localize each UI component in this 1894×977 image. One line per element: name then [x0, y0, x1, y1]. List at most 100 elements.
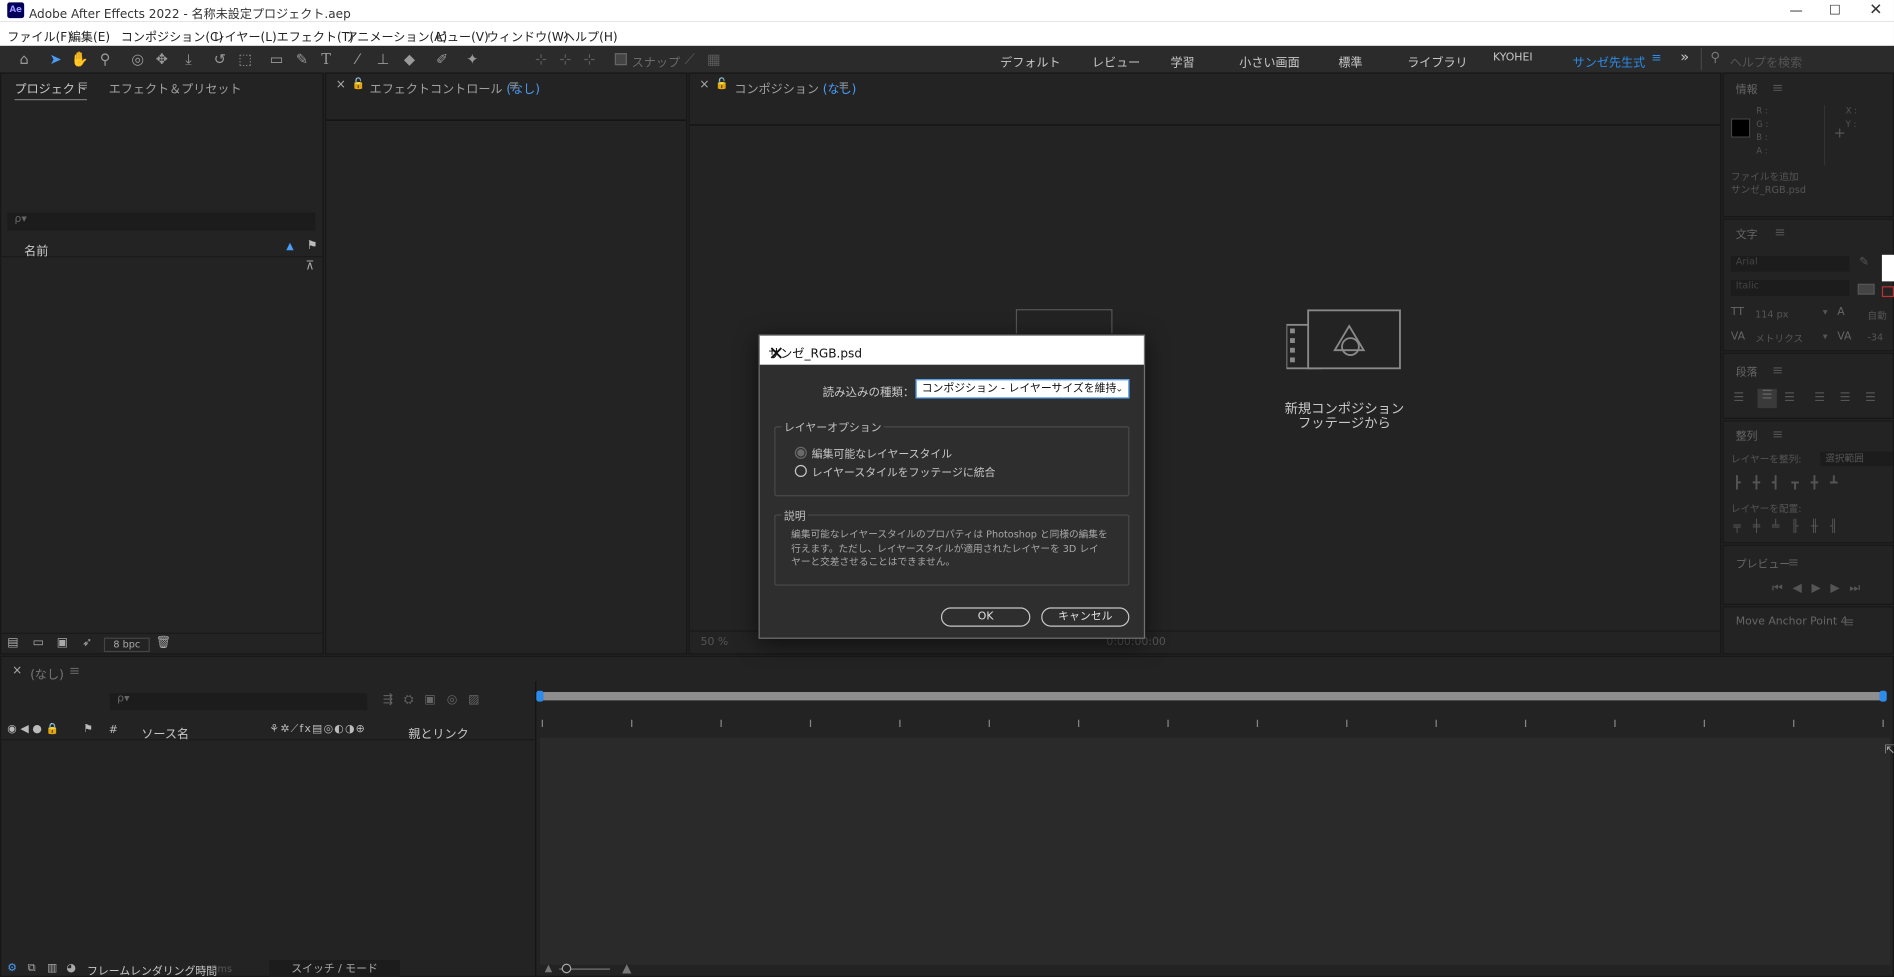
zoom-tool-icon[interactable]: ⚲ [95, 50, 114, 69]
timeline-tab[interactable]: (なし) [30, 664, 64, 682]
new-composition-from-footage-label[interactable]: 新規コンポジション フッテージから [1248, 402, 1441, 431]
close-timeline-icon[interactable]: × [12, 664, 22, 677]
workspace-library[interactable]: ライブラリ [1407, 52, 1467, 70]
font-family-select[interactable]: Arial [1730, 256, 1850, 272]
character-title[interactable]: 文字 [1736, 226, 1758, 241]
pen-tool-icon[interactable]: ✎ [292, 50, 311, 69]
local-axis-icon[interactable]: ⊹ [531, 50, 550, 69]
font-size-value[interactable]: 114 px [1755, 309, 1788, 320]
preview-title[interactable]: プレビュー [1736, 555, 1790, 571]
align-title[interactable]: 整列 [1736, 427, 1758, 443]
bit-depth-button[interactable]: 8 bpc [103, 637, 150, 653]
lock-icon[interactable]: 🔓 [351, 78, 365, 90]
workspace-menu-icon[interactable]: ≡ [1651, 52, 1661, 65]
menu-file[interactable]: ファイル(F) [7, 27, 72, 44]
align-right-icon[interactable]: ☰ [1784, 391, 1795, 404]
shy-layers-icon[interactable]: ⧉ [28, 962, 36, 974]
justify-left-icon[interactable]: ☰ [1814, 391, 1825, 404]
toggle-switch-mode[interactable]: スイッチ / モード [269, 960, 400, 977]
menu-window[interactable]: ウィンドウ(W) [487, 27, 569, 44]
column-number[interactable]: # [109, 725, 118, 737]
tab-effects-presets[interactable]: エフェクト＆プリセット [109, 78, 242, 96]
menu-help[interactable]: ヘルプ(H) [563, 27, 618, 44]
timeline-zoom-thumb[interactable] [561, 963, 572, 974]
info-menu-icon[interactable]: ≡ [1772, 80, 1783, 96]
pan-camera-icon[interactable]: ✥ [152, 50, 171, 69]
menu-view[interactable]: ビュー(V) [435, 27, 489, 44]
composition-menu-icon[interactable]: ≡ [838, 77, 849, 93]
motion-blur-icon[interactable]: ◕ [66, 962, 75, 974]
new-folder-icon[interactable]: ▭ [33, 636, 44, 649]
timeline-track-area[interactable] [539, 737, 1891, 965]
align-menu-icon[interactable]: ≡ [1772, 426, 1783, 442]
dolly-camera-icon[interactable]: ⤓ [179, 50, 198, 69]
work-area-start-handle[interactable] [536, 690, 544, 702]
render-queue-icon[interactable]: ➶ [82, 636, 92, 649]
timeline-menu-icon[interactable]: ≡ [69, 663, 80, 679]
paragraph-title[interactable]: 段落 [1736, 363, 1758, 379]
view-axis-icon[interactable]: ⊹ [580, 50, 599, 69]
roto-brush-icon[interactable]: ✐ [432, 50, 451, 69]
ok-button[interactable]: OK [940, 607, 1031, 627]
preview-menu-icon[interactable]: ≡ [1788, 554, 1799, 570]
kerning-value[interactable]: メトリクス [1755, 332, 1803, 345]
justify-right-icon[interactable]: ☰ [1865, 391, 1876, 404]
help-search-input[interactable]: ヘルプを検索 [1730, 52, 1802, 70]
justify-center-icon[interactable]: ☰ [1840, 391, 1851, 404]
workspace-small-screen[interactable]: 小さい画面 [1239, 52, 1299, 70]
close-panel-icon[interactable]: × [336, 78, 346, 91]
tab-project[interactable]: プロジェクト [14, 78, 87, 101]
zoom-in-icon[interactable]: ▲ [622, 962, 631, 975]
workspace-default[interactable]: デフォルト [1000, 52, 1060, 70]
new-composition-from-footage-icon[interactable] [1286, 309, 1402, 372]
align-to-select[interactable]: 選択範囲 [1820, 451, 1893, 467]
comp-mini-flowchart-icon[interactable]: ⚙ [7, 962, 17, 974]
layer-switches-icons[interactable]: ⚘✲⟋fx▤◎◐◑⊕ [269, 723, 366, 735]
close-icon[interactable]: ✕ [1858, 0, 1894, 22]
workspace-kyohei[interactable]: KYOHEI [1493, 52, 1533, 64]
type-tool-icon[interactable]: T [316, 50, 335, 69]
no-stroke-icon[interactable] [1881, 286, 1894, 298]
brush-tool-icon[interactable]: ⁄ [348, 50, 367, 69]
cancel-button[interactable]: キャンセル [1041, 607, 1130, 627]
option-merge-label[interactable]: レイヤースタイルをフッテージに統合 [812, 464, 996, 479]
menu-composition[interactable]: コンポジション(C) [121, 27, 223, 44]
menu-effect[interactable]: エフェクト(T) [277, 27, 354, 44]
font-size-dropdown-icon[interactable]: ▾ [1823, 307, 1828, 318]
home-icon[interactable]: ⌂ [14, 50, 33, 69]
effect-controls-menu-icon[interactable]: ≡ [509, 77, 520, 93]
rotate-tool-icon[interactable]: ↺ [210, 50, 229, 69]
flowchart-icon[interactable]: ⊼ [306, 260, 315, 273]
timeline-navigator-icon[interactable]: ⇱ [1884, 744, 1894, 757]
work-area-bar[interactable] [539, 691, 1886, 701]
workspace-standard[interactable]: 標準 [1338, 52, 1362, 70]
close-panel-icon[interactable]: × [699, 78, 709, 91]
playback-controls[interactable]: ⏮◀▶▶⏭ [1772, 582, 1870, 595]
lock-icon[interactable]: 🔓 [715, 78, 729, 90]
workspace-sanze[interactable]: サンゼ先生式 [1573, 52, 1645, 70]
puppet-pin-icon[interactable]: ✦ [463, 50, 482, 69]
snap-grid-icon[interactable]: ▦ [704, 50, 723, 69]
timeline-switches-icons[interactable]: ⇶⛭▣◎▨ [383, 693, 491, 706]
column-name[interactable]: 名前 [24, 240, 48, 258]
workspace-review[interactable]: レビュー [1092, 52, 1140, 70]
dialog-close-icon[interactable]: ✕ [768, 342, 1136, 365]
kerning-dropdown-icon[interactable]: ▾ [1823, 331, 1828, 342]
time-ruler[interactable] [540, 717, 1890, 731]
font-style-select[interactable]: Italic [1730, 280, 1850, 296]
sort-ascending-icon[interactable]: ▲ [286, 240, 293, 251]
align-buttons-row[interactable]: ┣╋┫┳╋┻ [1733, 477, 1849, 490]
minimize-icon[interactable]: — [1778, 0, 1814, 22]
hand-tool-icon[interactable]: ✋ [70, 50, 89, 69]
av-features-icons[interactable]: ◉◀●🔒 [7, 723, 62, 735]
zoom-select[interactable]: 50 % [701, 636, 729, 648]
import-kind-select[interactable]: コンポジション - レイヤーサイズを維持 ⌄ [915, 379, 1130, 399]
workspace-overflow-icon[interactable]: » [1680, 48, 1689, 65]
move-anchor-menu-icon[interactable]: ≡ [1843, 615, 1854, 631]
selection-tool-icon[interactable]: ➤ [46, 50, 65, 69]
eyedropper-icon[interactable]: ✎ [1859, 256, 1869, 269]
menu-edit[interactable]: 編集(E) [69, 27, 110, 44]
snap-checkbox[interactable] [614, 53, 627, 66]
search-help-icon[interactable]: ⚲ [1710, 50, 1720, 66]
project-search-input[interactable]: ρ▾ [7, 212, 316, 231]
